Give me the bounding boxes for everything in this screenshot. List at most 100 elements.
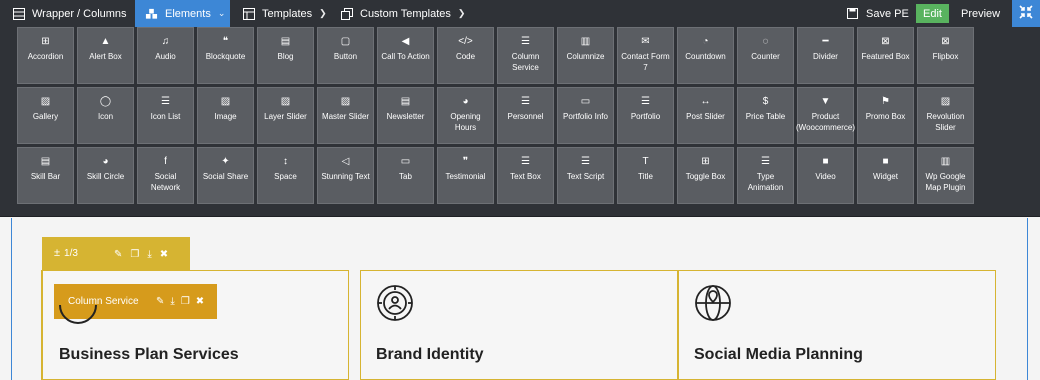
element-tile[interactable]: ✦ Social Share (197, 147, 254, 204)
element-tile[interactable]: ☰ Text Box (497, 147, 554, 204)
elements-menu[interactable]: Elements ⌄ (135, 0, 230, 27)
element-tile-label: Toggle Box (685, 172, 726, 181)
list-alt-icon: ☰ (641, 96, 650, 107)
element-tile[interactable]: ▤ Newsletter (377, 87, 434, 144)
templates-menu[interactable]: Templates ❯ (232, 0, 337, 27)
skill-bar-icon: ▤ (40, 156, 51, 167)
element-tile-label: Post Slider (686, 112, 725, 121)
music-icon: ♫ (161, 36, 170, 47)
element-tile[interactable]: ▥ Wp Google Map Plugin (917, 147, 974, 204)
element-tile[interactable]: ◕ Opening Hours (437, 87, 494, 144)
target-icon (58, 305, 98, 325)
element-tile[interactable]: ━ Divider (797, 27, 854, 84)
duplicate-icon[interactable]: ❐ (181, 296, 190, 307)
element-tile[interactable]: ⊠ Featured Box (857, 27, 914, 84)
element-tile-label: Social Network (150, 172, 181, 192)
element-tile[interactable]: ☰ Column Service (497, 27, 554, 84)
save-icon (846, 7, 859, 20)
edit-icon[interactable]: ✎ (114, 249, 122, 260)
element-tile[interactable]: ↔ Post Slider (677, 87, 734, 144)
element-tile[interactable]: ▨ Layer Slider (257, 87, 314, 144)
element-tile-label: Gallery (32, 112, 59, 121)
element-tile[interactable]: ♫ Audio (137, 27, 194, 84)
preview-button[interactable]: Preview (953, 0, 1008, 27)
duplicate-icon[interactable]: ❐ (130, 249, 139, 260)
cubes-icon (145, 7, 158, 20)
bookmark-icon: ⚑ (881, 96, 890, 107)
element-tile[interactable]: ⊠ Flipbox (917, 27, 974, 84)
quote-icon: ❞ (462, 156, 469, 167)
element-tile[interactable]: ▼ Product (Woocommerce) (796, 87, 855, 144)
element-tile[interactable]: ▨ Gallery (17, 87, 74, 144)
element-tile[interactable]: ▤ Skill Bar (17, 147, 74, 204)
element-tile-label: Contact Form 7 (621, 52, 670, 72)
video-icon: ■ (822, 156, 829, 167)
element-tile[interactable]: ▥ Columnize (557, 27, 614, 84)
element-tile[interactable]: ↕ Space (257, 147, 314, 204)
element-tile[interactable]: ▲ Alert Box (77, 27, 134, 84)
element-tile[interactable]: ✉ Contact Form 7 (617, 27, 674, 84)
element-tile[interactable]: ❞ Testimonial (437, 147, 494, 204)
element-tile[interactable]: ⊞ Toggle Box (677, 147, 734, 204)
element-tile[interactable]: ◀ Call To Action (377, 27, 434, 84)
element-tile[interactable]: f Social Network (137, 147, 194, 204)
element-tile[interactable]: ☰ Icon List (137, 87, 194, 144)
wp-map-icon: ▥ (940, 156, 951, 167)
align-justify-icon: ☰ (521, 156, 530, 167)
element-tile[interactable]: ☰ Type Animation (737, 147, 794, 204)
element-tile[interactable]: $ Price Table (737, 87, 794, 144)
breadcrumb[interactable]: Wrapper / Columns ❯ (2, 0, 151, 27)
element-tile-label: Text Script (566, 172, 605, 181)
featured-box-icon: ⊠ (881, 36, 890, 47)
image-icon: ▨ (340, 96, 351, 107)
element-tile-label: Columnize (566, 52, 605, 61)
element-tile-label: Call To Action (381, 52, 430, 61)
element-tile[interactable]: ❝ Blockquote (197, 27, 254, 84)
newsletter-icon: ▤ (400, 96, 411, 107)
element-tile[interactable]: ▭ Portfolio Info (557, 87, 614, 144)
element-tile[interactable]: ◕ Skill Circle (77, 147, 134, 204)
element-tile[interactable]: ▨ Image (197, 87, 254, 144)
element-tile[interactable]: ◌ Counter (737, 27, 794, 84)
close-icon[interactable]: ✖ (196, 296, 204, 307)
element-tile[interactable]: ⚑ Promo Box (857, 87, 914, 144)
element-tile[interactable]: ▤ Blog (257, 27, 314, 84)
element-tile[interactable]: ◯ Icon (77, 87, 134, 144)
align-justify-icon: ☰ (581, 156, 590, 167)
save-button[interactable]: Save PE (836, 0, 919, 27)
element-tile[interactable]: ▨ Revolution Slider (917, 87, 974, 144)
column-3-title: Social Media Planning (694, 346, 863, 363)
element-tile[interactable]: ☰ Text Script (557, 147, 614, 204)
element-tile-label: Featured Box (861, 52, 910, 61)
download-icon[interactable]: ⤓ (170, 296, 174, 307)
edit-button[interactable]: Edit (916, 4, 949, 23)
close-icon[interactable]: ✖ (160, 249, 168, 260)
element-tile[interactable]: ▭ Tab (377, 147, 434, 204)
element-tile-label: Accordion (27, 52, 64, 61)
element-tile-label: Wp Google Map Plugin (925, 172, 966, 192)
element-tile[interactable]: ⊞ Accordion (17, 27, 74, 84)
element-tile-label: Testimonial (445, 172, 486, 181)
facebook-icon: f (164, 156, 167, 167)
element-tile[interactable]: ■ Widget (857, 147, 914, 204)
collapse-button[interactable] (1012, 0, 1040, 27)
download-icon[interactable]: ⤓ (147, 249, 151, 260)
compress-icon (1019, 5, 1033, 22)
element-tile[interactable]: ☰ Personnel (497, 87, 554, 144)
element-tile[interactable]: ▢ Button (317, 27, 374, 84)
element-tile[interactable]: ☰ Portfolio (617, 87, 674, 144)
element-tile[interactable]: ◁ Stunning Text (317, 147, 374, 204)
element-tile[interactable]: </> Code (437, 27, 494, 84)
element-tile[interactable]: T Title (617, 147, 674, 204)
element-tile[interactable]: ▨ Master Slider (317, 87, 374, 144)
envelope-icon: ✉ (641, 36, 650, 47)
edit-icon[interactable]: ✎ (156, 296, 164, 307)
element-tile-label: Image (214, 112, 237, 121)
custom-templates-menu[interactable]: Custom Templates ❯ (330, 0, 475, 27)
megaphone-icon: ◀ (401, 36, 410, 47)
element-tile[interactable]: ■ Video (797, 147, 854, 204)
column-ratio[interactable]: ± 1/3 (54, 247, 78, 259)
align-justify-icon: ☰ (761, 156, 770, 167)
element-tile[interactable]: ◔ Countdown (677, 27, 734, 84)
chevron-right-icon: ❯ (457, 8, 466, 18)
